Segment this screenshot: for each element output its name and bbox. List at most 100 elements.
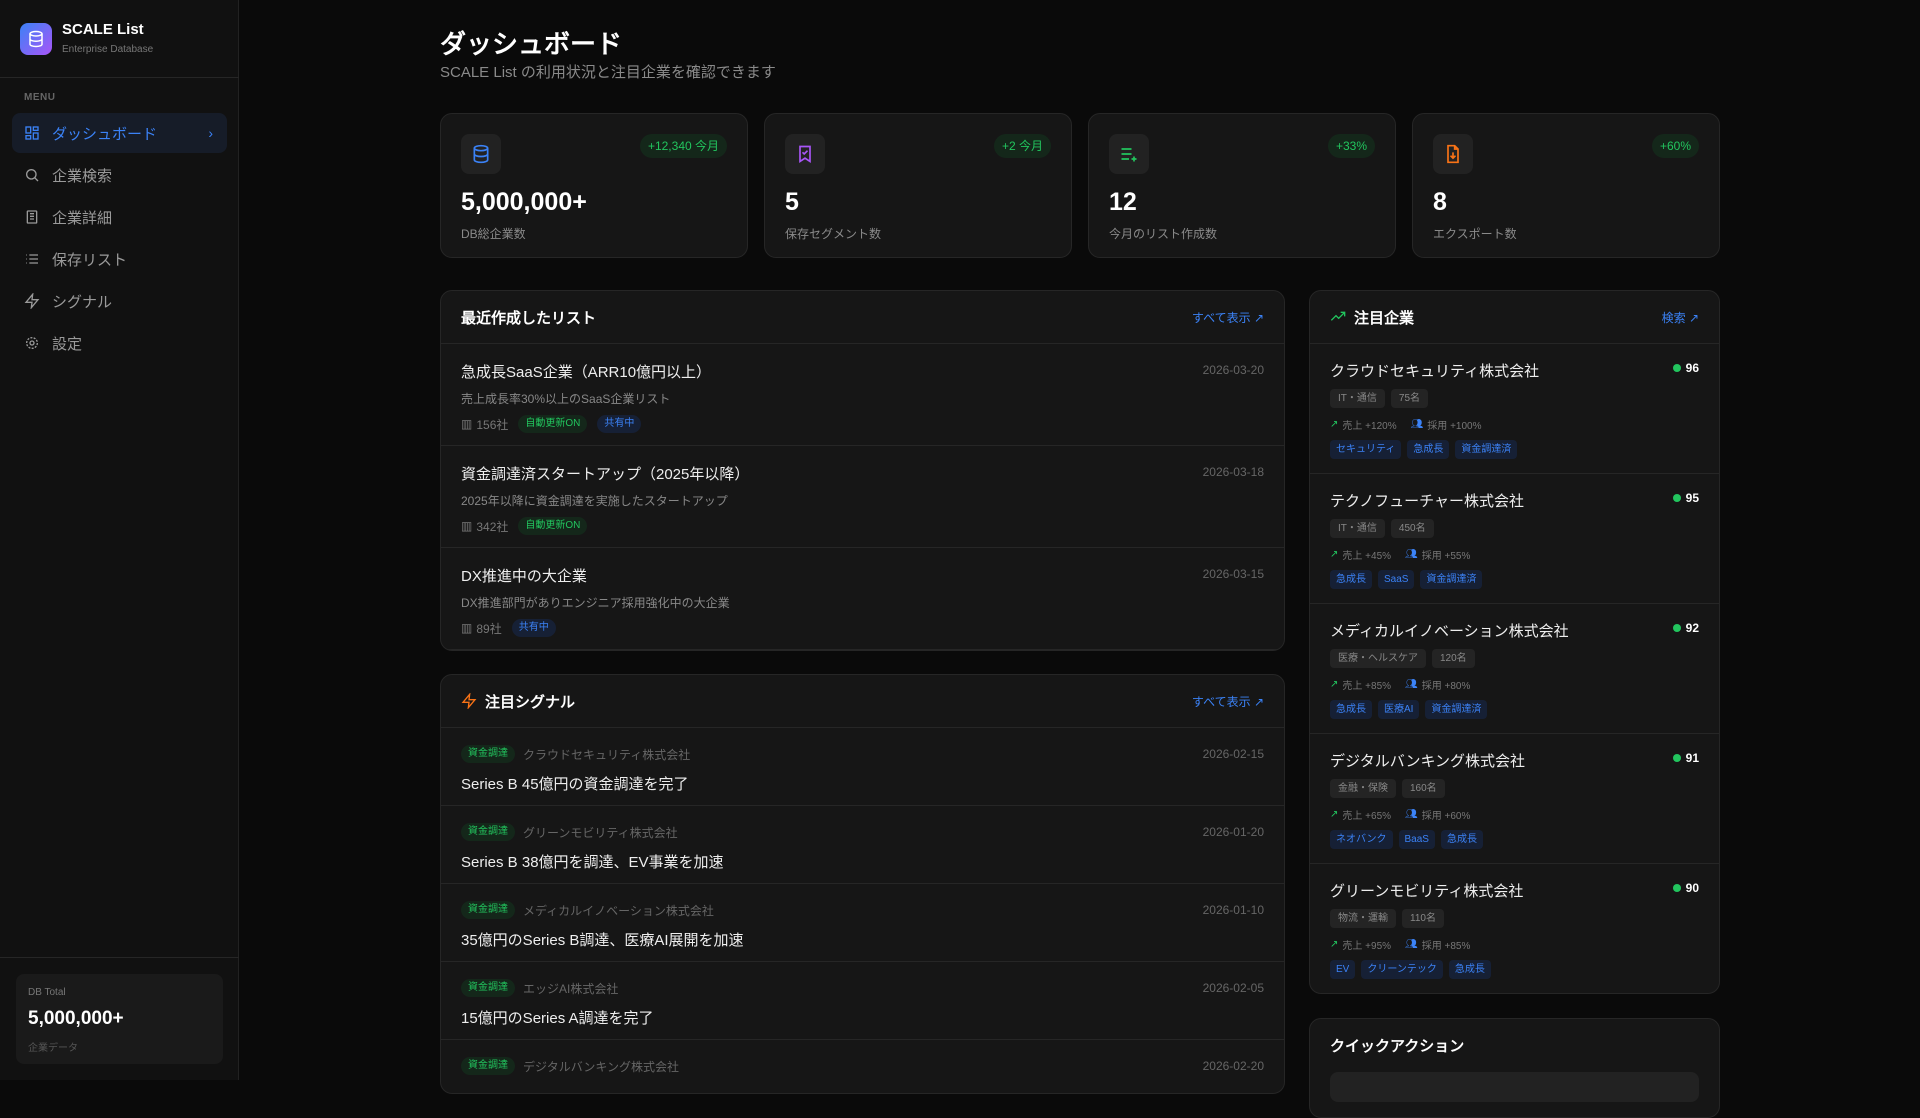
shared-badge: 共有中	[511, 619, 556, 637]
stat-value: 12	[1109, 188, 1137, 216]
company-tag: SaaS	[1378, 570, 1415, 589]
stat-label: エクスポート数	[1433, 227, 1517, 241]
brand-subtitle: Enterprise Database	[62, 44, 154, 55]
list-item[interactable]: 急成長SaaS企業（ARR10億円以上） 2026-03-20 売上成長率30%…	[441, 344, 1284, 446]
auto-update-badge: 自動更新ON	[518, 517, 588, 535]
signal-tag: 資金調達	[461, 901, 515, 919]
score-dot-icon	[1672, 624, 1681, 632]
signal-item[interactable]: 資金調達 メディカルイノベーション株式会社 2026-01-10 35億円のSer…	[441, 884, 1284, 962]
company-score: 90	[1685, 881, 1699, 895]
building-icon	[26, 210, 38, 224]
nav-item-company-search[interactable]: 企業検索	[12, 155, 227, 195]
db-total-label: DB Total	[28, 987, 66, 998]
stat-label: DB総企業数	[461, 227, 526, 241]
bookmark-check-icon	[785, 134, 825, 174]
sales-growth: 売上 +120%	[1342, 421, 1397, 432]
company-name: メディカルイノベーション株式会社	[1330, 623, 1569, 640]
company-tag: 急成長	[1407, 440, 1450, 459]
shared-badge: 共有中	[597, 415, 642, 433]
list-count: 156社	[476, 417, 509, 432]
sales-growth: 売上 +65%	[1342, 811, 1392, 822]
stat-badge: +33%	[1327, 134, 1375, 158]
building-icon: ▥	[461, 621, 473, 635]
zap-icon	[461, 693, 477, 709]
signal-item[interactable]: 資金調達 クラウドセキュリティ株式会社 2026-02-15 Series B 4…	[441, 728, 1284, 806]
file-download-icon	[1433, 134, 1473, 174]
company-name: テクノフューチャー株式会社	[1330, 493, 1524, 510]
users-icon: 👥︎	[1405, 679, 1418, 690]
employees-chip: 110名	[1402, 909, 1444, 928]
score-dot-icon	[1672, 364, 1681, 372]
signal-item[interactable]: 資金調達 デジタルバンキング株式会社 2026-02-20	[441, 1040, 1284, 1093]
grid-icon	[25, 126, 39, 140]
company-score: 95	[1685, 491, 1699, 505]
featured-companies-card: 注目企業 検索 ↗ クラウドセキュリティ株式会社 96 IT・通信 75名 ↗ 売上 …	[1309, 290, 1720, 994]
list-item[interactable]: 資金調達済スタートアップ（2025年以降） 2026-03-18 2025年以降…	[441, 446, 1284, 548]
nav-item-settings[interactable]: 設定	[12, 323, 227, 363]
building-icon: ▥	[461, 519, 473, 533]
view-all-link[interactable]: すべて表示 ↗	[1192, 693, 1264, 710]
signal-text: 35億円のSeries B調達、医療AI展開を加速	[461, 932, 744, 949]
signal-text: 15億円のSeries A調達を完了	[461, 1010, 654, 1027]
database-icon	[461, 134, 501, 174]
company-item[interactable]: クラウドセキュリティ株式会社 96 IT・通信 75名 ↗ 売上 +120% 👥︎ 採用…	[1310, 344, 1719, 474]
list-desc: 売上成長率30%以上のSaaS企業リスト	[461, 392, 671, 406]
signal-item[interactable]: 資金調達 エッジAI株式会社 2026-02-05 15億円のSeries A調達…	[441, 962, 1284, 1040]
signal-item[interactable]: 資金調達 グリーンモビリティ株式会社 2026-01-20 Series B 38…	[441, 806, 1284, 884]
stat-value: 5,000,000+	[461, 188, 587, 216]
chevron-right-icon: ›	[208, 125, 213, 141]
company-tag: セキュリティ	[1330, 440, 1402, 459]
search-link[interactable]: 検索 ↗	[1662, 309, 1699, 326]
company-tag: 急成長	[1448, 960, 1491, 979]
list-item[interactable]: DX推進中の大企業 2026-03-15 DX推進部門がありエンジニア採用強化中…	[441, 548, 1284, 650]
list-date: 2026-03-15	[1202, 567, 1264, 581]
signal-date: 2026-02-15	[1202, 747, 1264, 761]
sales-growth: 売上 +95%	[1342, 941, 1392, 952]
industry-chip: 金融・保険	[1330, 779, 1396, 798]
quick-actions-card: クイックアクション	[1309, 1018, 1720, 1118]
company-name: クラウドセキュリティ株式会社	[1330, 363, 1540, 380]
hiring-growth: 採用 +60%	[1421, 811, 1471, 822]
stat-badge: +12,340 今月	[639, 134, 727, 158]
list-name: 資金調達済スタートアップ（2025年以降）	[461, 466, 750, 483]
stat-value: 8	[1433, 188, 1447, 216]
company-tag: ネオバンク	[1330, 830, 1393, 849]
nav-item-signals[interactable]: シグナル	[12, 281, 227, 321]
company-item[interactable]: メディカルイノベーション株式会社 92 医療・ヘルスケア 120名 ↗ 売上 +85…	[1310, 604, 1719, 734]
company-score: 96	[1685, 361, 1699, 375]
view-all-link[interactable]: すべて表示 ↗	[1192, 309, 1264, 326]
menu-label: MENU	[24, 92, 56, 103]
company-item[interactable]: グリーンモビリティ株式会社 90 物流・運輸 110名 ↗ 売上 +95% 👥︎ 採用 …	[1310, 864, 1719, 993]
nav-item-saved-lists[interactable]: 保存リスト	[12, 239, 227, 279]
signal-company: エッジAI株式会社	[523, 981, 619, 996]
company-tag: 医療AI	[1378, 700, 1420, 719]
card-title: 注目シグナル	[485, 693, 576, 711]
company-score: 91	[1685, 751, 1699, 765]
nav-label: 企業検索	[52, 167, 113, 185]
list-desc: 2025年以降に資金調達を実施したスタートアップ	[461, 494, 728, 508]
nav-label: 企業詳細	[52, 209, 113, 227]
signal-tag: 資金調達	[461, 823, 515, 841]
list-date: 2026-03-20	[1202, 363, 1264, 377]
list-count: 89社	[476, 621, 502, 636]
score-dot-icon	[1672, 754, 1681, 762]
nav-item-dashboard[interactable]: ダッシュボード ›	[12, 113, 227, 153]
signal-date: 2026-01-20	[1202, 825, 1264, 839]
trending-up-icon: ↗	[1330, 419, 1339, 430]
list-count: 342社	[476, 519, 509, 534]
company-item[interactable]: デジタルバンキング株式会社 91 金融・保険 160名 ↗ 売上 +65% 👥︎ 採用 …	[1310, 734, 1719, 864]
list-icon	[26, 254, 38, 264]
quick-action-button[interactable]	[1330, 1072, 1699, 1102]
nav-item-company-detail[interactable]: 企業詳細	[12, 197, 227, 237]
stat-card: +12,340 今月 5,000,000+ DB総企業数	[440, 113, 748, 258]
brand-name: SCALE List	[62, 21, 144, 38]
hiring-growth: 採用 +85%	[1421, 941, 1471, 952]
company-name: グリーンモビリティ株式会社	[1330, 883, 1524, 900]
employees-chip: 160名	[1402, 779, 1445, 798]
signal-date: 2026-02-05	[1202, 981, 1264, 995]
stat-value: 5	[785, 188, 799, 216]
company-tag: 資金調達済	[1420, 570, 1483, 589]
card-title: 最近作成したリスト	[461, 309, 597, 327]
company-item[interactable]: テクノフューチャー株式会社 95 IT・通信 450名 ↗ 売上 +45% 👥︎ 採用 …	[1310, 474, 1719, 604]
trending-up-icon: ↗	[1330, 549, 1339, 560]
